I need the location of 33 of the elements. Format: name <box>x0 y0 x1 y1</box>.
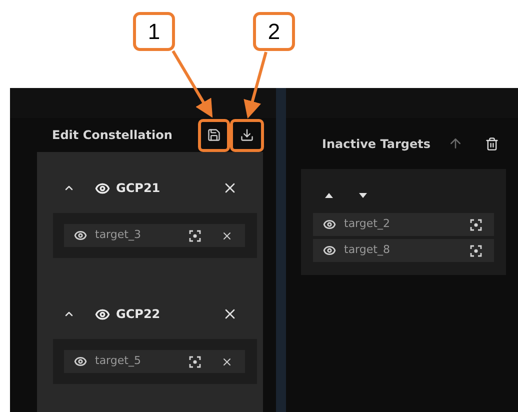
eye-icon[interactable] <box>74 229 87 242</box>
group-name: GCP22 <box>116 306 162 323</box>
sort-down-icon[interactable] <box>359 192 367 198</box>
trash-icon[interactable] <box>485 136 499 150</box>
group-name: GCP21 <box>116 180 162 197</box>
close-icon[interactable] <box>221 356 233 368</box>
close-icon[interactable] <box>221 230 233 242</box>
eye-icon[interactable] <box>95 306 110 322</box>
focus-icon[interactable] <box>470 218 482 230</box>
target-name: target_2 <box>344 216 391 232</box>
callout-arrow <box>172 50 213 118</box>
sort-up-icon[interactable] <box>325 192 333 198</box>
focus-icon[interactable] <box>189 230 201 242</box>
focus-icon[interactable] <box>189 356 201 368</box>
callout-arrow <box>244 52 268 119</box>
eye-icon[interactable] <box>95 180 110 196</box>
panel-title: Inactive Targets <box>322 136 432 152</box>
download-icon <box>240 128 254 142</box>
target-row[interactable]: target_2 <box>313 213 494 236</box>
target-name: target_3 <box>95 227 142 244</box>
eye-icon[interactable] <box>74 355 87 368</box>
target-row[interactable]: target_3 <box>64 224 245 247</box>
save-icon <box>207 128 221 142</box>
target-name: target_5 <box>95 353 142 370</box>
eye-icon[interactable] <box>323 218 336 231</box>
target-row[interactable]: target_8 <box>313 239 494 262</box>
eye-icon[interactable] <box>323 244 336 257</box>
target-name: target_8 <box>344 242 391 258</box>
callout-label: 1 <box>133 12 175 51</box>
target-row[interactable]: target_5 <box>64 350 245 373</box>
panel-title: Edit Constellation <box>52 127 174 144</box>
focus-icon[interactable] <box>470 244 482 256</box>
callout-label: 2 <box>253 12 295 51</box>
